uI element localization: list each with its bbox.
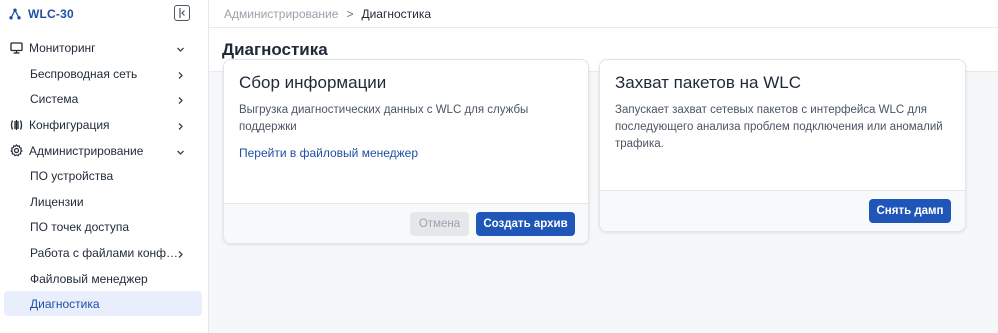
chevron-left-icon bbox=[179, 8, 185, 18]
brand: WLC-30 bbox=[0, 0, 208, 28]
sidebar-item-label: Файловый менеджер bbox=[30, 271, 148, 286]
sidebar-item-label: Администрирование bbox=[29, 143, 144, 158]
chevron-right-icon bbox=[176, 94, 185, 104]
sidebar-item-config-files[interactable]: Работа с файлами конф… bbox=[4, 240, 202, 265]
chevron-right-icon bbox=[176, 69, 185, 79]
network-logo-icon bbox=[9, 8, 21, 20]
sidebar-item-label: Мониторинг bbox=[29, 40, 96, 55]
take-dump-button[interactable]: Снять дамп bbox=[869, 199, 951, 223]
sidebar-item-device-firmware[interactable]: ПО устройства bbox=[4, 163, 202, 188]
app-name: WLC-30 bbox=[28, 7, 74, 21]
collapse-sidebar-button[interactable] bbox=[174, 5, 190, 21]
card-title: Сбор информации bbox=[239, 73, 387, 92]
card-body: Сбор информации Выгрузка диагностических… bbox=[224, 60, 588, 160]
cancel-button[interactable]: Отмена bbox=[410, 212, 469, 236]
sidebar-item-diagnostics[interactable]: Диагностика bbox=[4, 291, 202, 316]
sidebar-item-ap-firmware[interactable]: ПО точек доступа bbox=[4, 214, 202, 239]
card-footer: Отмена Создать архив bbox=[224, 203, 588, 243]
sidebar: WLC-30 Мониторинг Беспроводная сеть Сист… bbox=[0, 0, 209, 333]
sidebar-item-label: Диагностика bbox=[30, 296, 100, 311]
breadcrumb-current: Диагностика bbox=[361, 6, 432, 21]
sidebar-item-label: Работа с файлами конф… bbox=[30, 245, 179, 260]
chevron-down-icon bbox=[176, 146, 185, 155]
page-title: Диагностика bbox=[222, 39, 328, 59]
file-manager-link[interactable]: Перейти в файловый менеджер bbox=[239, 146, 418, 160]
sidebar-item-licenses[interactable]: Лицензии bbox=[4, 189, 202, 214]
collect-info-card: Сбор информации Выгрузка диагностических… bbox=[223, 59, 589, 244]
sidebar-item-label: Конфигурация bbox=[29, 117, 110, 132]
chevron-right-icon bbox=[176, 120, 185, 130]
card-title: Захват пакетов на WLC bbox=[615, 73, 801, 92]
sidebar-item-label: Система bbox=[30, 91, 79, 106]
card-description: Выгрузка диагностических данных с WLC дл… bbox=[239, 104, 529, 133]
create-archive-button[interactable]: Создать архив bbox=[476, 212, 575, 236]
breadcrumb-parent-link[interactable]: Администрирование bbox=[224, 7, 338, 21]
card-body: Захват пакетов на WLC Запускает захват с… bbox=[600, 60, 965, 153]
sidebar-item-label: Лицензии bbox=[30, 194, 84, 209]
sidebar-item-monitoring[interactable]: Мониторинг bbox=[4, 35, 202, 60]
sidebar-item-label: Беспроводная сеть bbox=[30, 66, 138, 81]
packet-capture-card: Захват пакетов на WLC Запускает захват с… bbox=[599, 59, 966, 232]
main-content: Администрирование > Диагностика Диагност… bbox=[209, 0, 998, 333]
breadcrumb-separator: > bbox=[346, 6, 354, 21]
sidebar-item-label: ПО точек доступа bbox=[30, 219, 130, 234]
monitor-icon bbox=[10, 41, 23, 54]
card-description: Запускает захват сетевых пакетов с интер… bbox=[615, 104, 943, 150]
sidebar-item-label: ПО устройства bbox=[30, 168, 114, 183]
breadcrumb: Администрирование > Диагностика bbox=[209, 0, 998, 28]
gear-icon bbox=[10, 144, 23, 157]
sidebar-item-configuration[interactable]: Конфигурация bbox=[4, 112, 202, 137]
sidebar-item-wireless-network[interactable]: Беспроводная сеть bbox=[4, 61, 202, 86]
sidebar-item-administration[interactable]: Администрирование bbox=[4, 138, 202, 163]
configuration-icon bbox=[10, 118, 23, 131]
sidebar-item-file-manager[interactable]: Файловый менеджер bbox=[4, 266, 202, 291]
chevron-right-icon bbox=[176, 248, 185, 258]
chevron-down-icon bbox=[176, 43, 185, 52]
sidebar-item-system[interactable]: Система bbox=[4, 86, 202, 111]
card-footer: Снять дамп bbox=[600, 190, 965, 231]
